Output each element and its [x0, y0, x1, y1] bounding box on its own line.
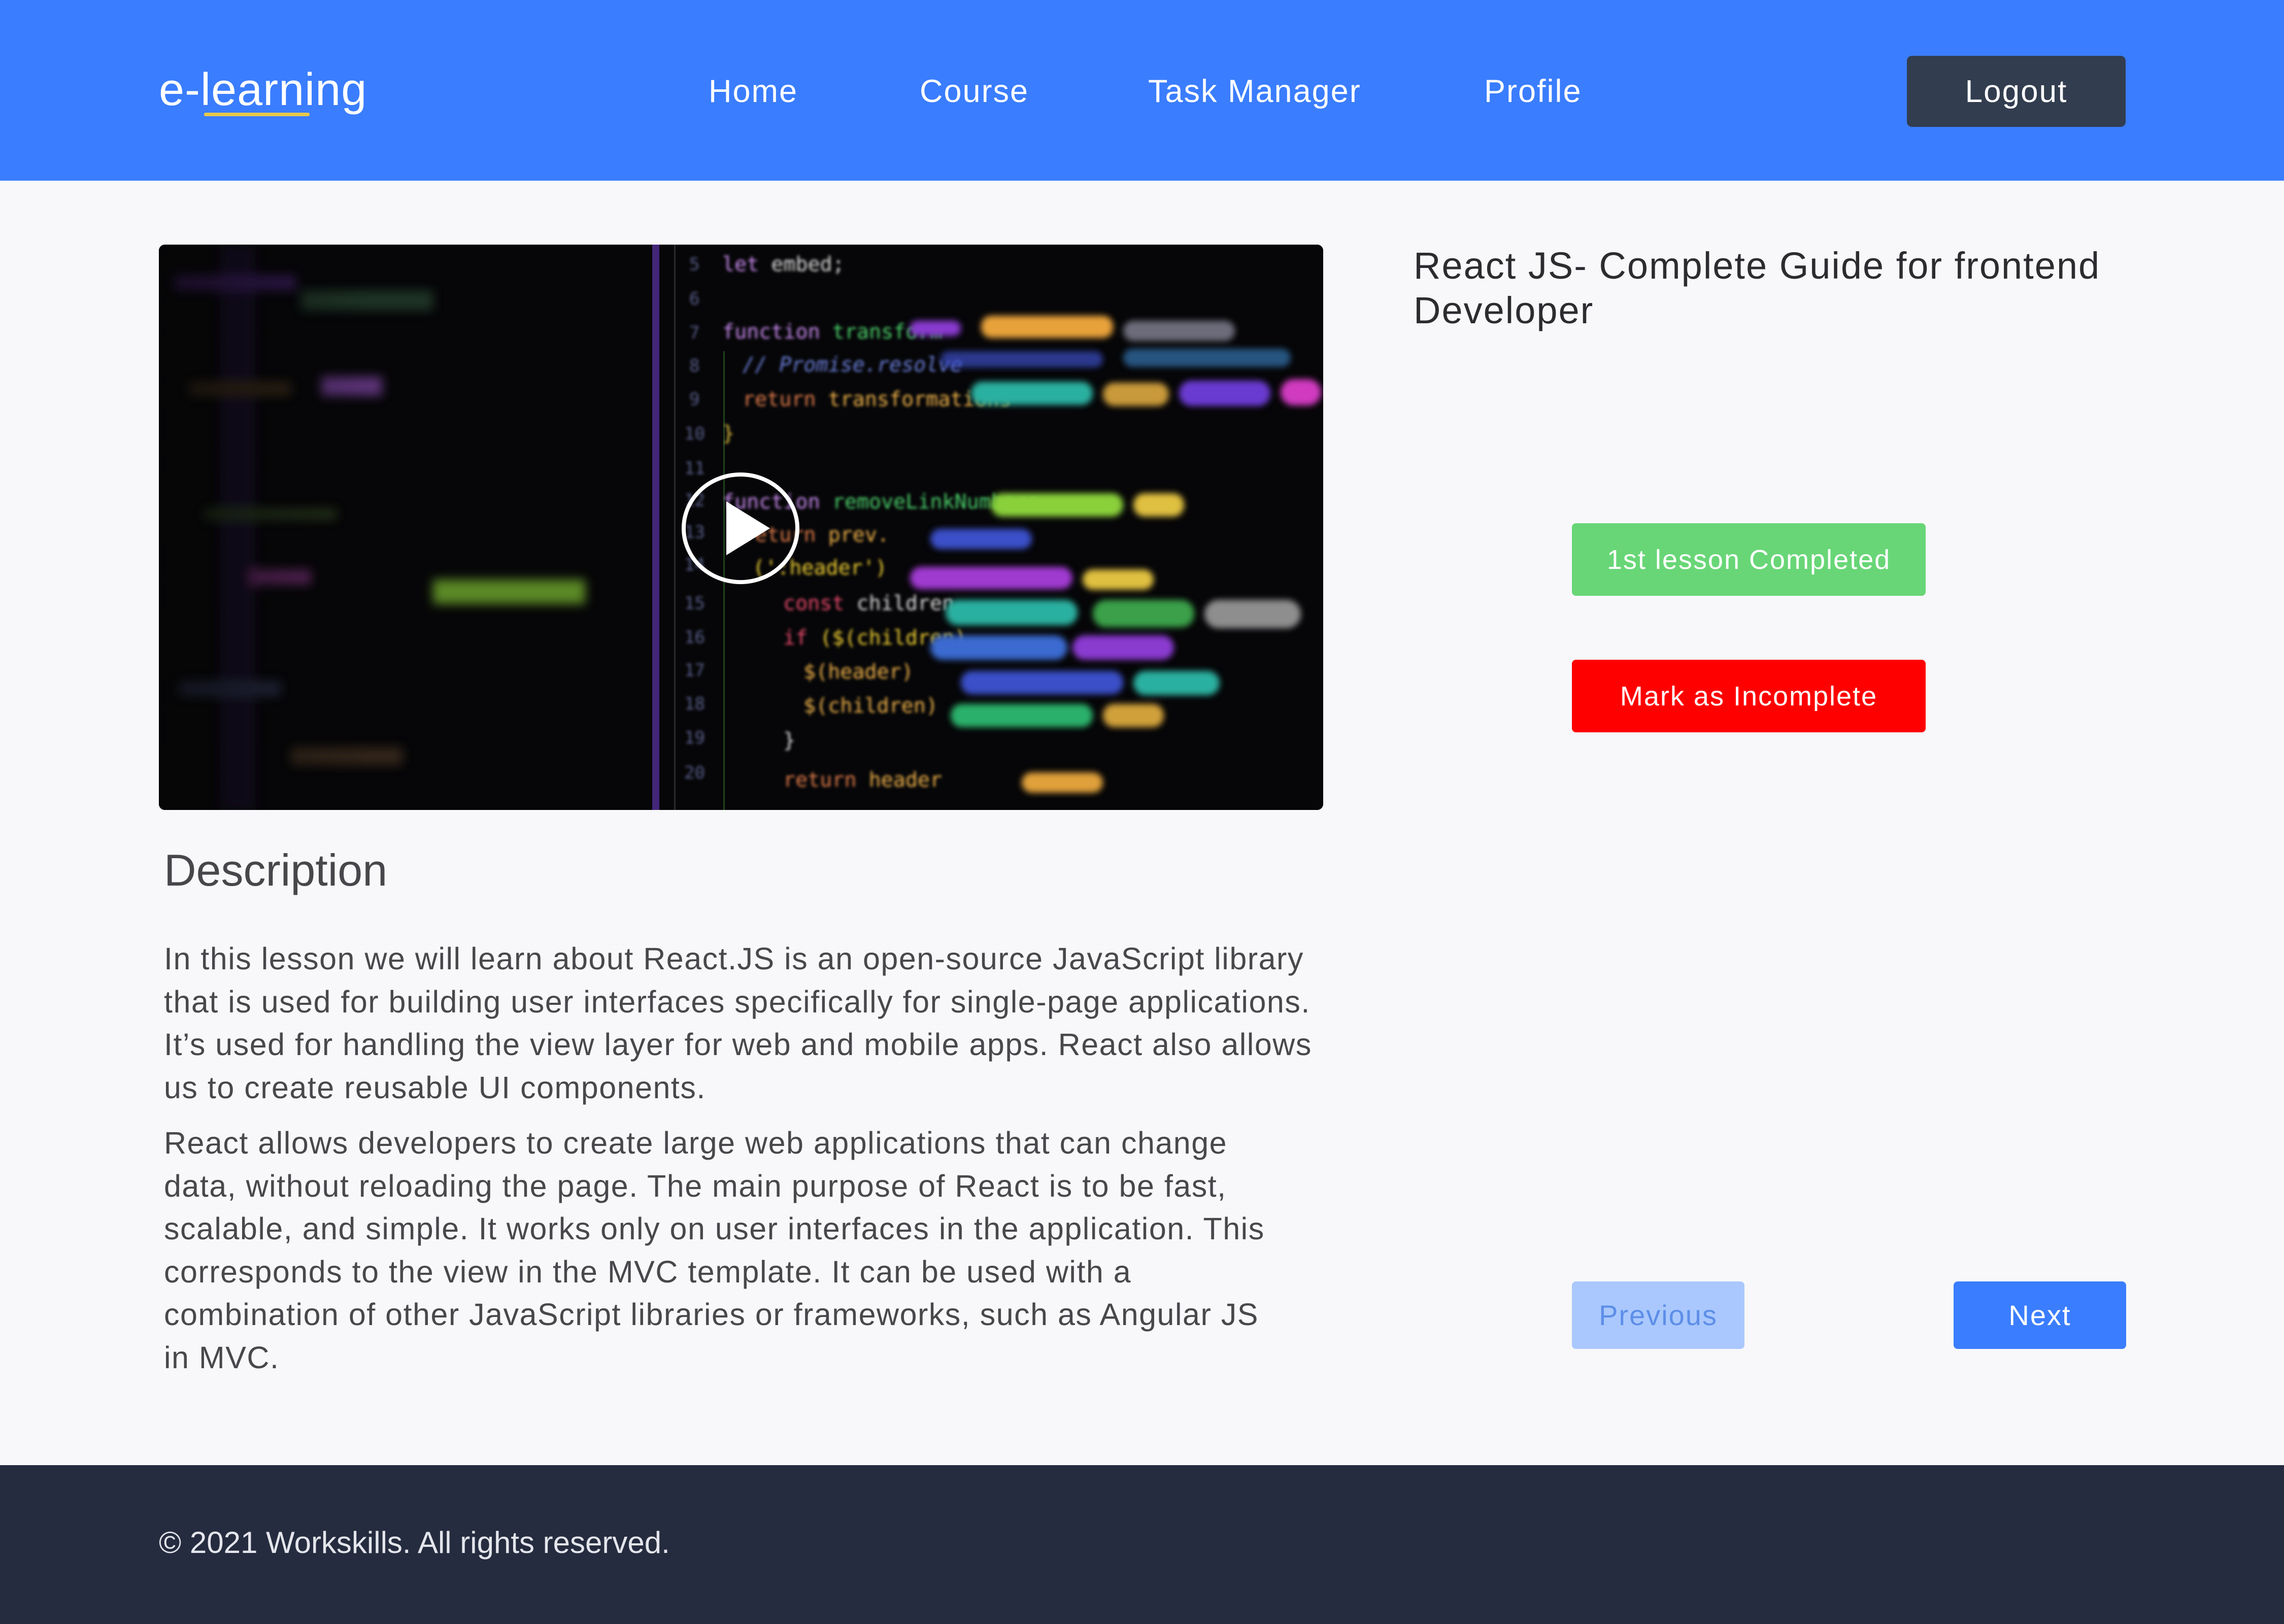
- description-paragraph-2: React allows developers to create large …: [164, 1126, 1265, 1375]
- svg-text:10: 10: [684, 424, 705, 444]
- svg-text:5: 5: [689, 254, 699, 275]
- svg-text:}: }: [783, 729, 795, 752]
- svg-text:15: 15: [684, 593, 705, 614]
- nav-task-manager[interactable]: Task Manager: [1148, 71, 1361, 112]
- mark-incomplete-button[interactable]: Mark as Incomplete: [1572, 660, 1926, 732]
- svg-text:const children: const children: [783, 592, 954, 615]
- svg-text:8: 8: [689, 356, 699, 376]
- svg-text:function transform: function transform: [722, 320, 943, 344]
- nav-home[interactable]: Home: [709, 71, 798, 112]
- logout-button[interactable]: Logout: [1907, 56, 2126, 127]
- svg-text:9: 9: [689, 389, 699, 410]
- site-logo[interactable]: e-learning: [159, 62, 367, 118]
- previous-button[interactable]: Previous: [1572, 1281, 1744, 1349]
- course-title: React JS- Complete Guide for frontend De…: [1414, 245, 2101, 331]
- logo-underline: [204, 113, 310, 116]
- play-icon[interactable]: [681, 472, 800, 585]
- svg-text:20: 20: [684, 763, 705, 783]
- svg-text:16: 16: [684, 627, 705, 648]
- svg-text:7: 7: [689, 323, 699, 343]
- svg-text:let embed;: let embed;: [722, 253, 845, 276]
- top-navbar: e-learning Home Course Task Manager Prof…: [0, 0, 2284, 181]
- svg-text:$(children): $(children): [803, 694, 938, 718]
- description-heading: Description: [164, 845, 388, 895]
- nav-course[interactable]: Course: [920, 71, 1029, 112]
- svg-text:18: 18: [684, 694, 705, 714]
- svg-text:17: 17: [684, 660, 705, 681]
- svg-text:6: 6: [689, 289, 699, 309]
- nav-profile[interactable]: Profile: [1484, 71, 1582, 112]
- svg-text:19: 19: [684, 728, 705, 748]
- svg-text:$(header): $(header): [803, 660, 914, 684]
- svg-text:// Promise.resolve: // Promise.resolve: [743, 353, 962, 377]
- svg-text:return header: return header: [783, 768, 942, 792]
- next-button[interactable]: Next: [1954, 1281, 2126, 1349]
- description-paragraph-1: In this lesson we will learn about React…: [164, 941, 1312, 1105]
- lesson-completed-badge[interactable]: 1st lesson Completed: [1572, 523, 1926, 596]
- copyright-text: © 2021 Workskills. All rights reserved.: [159, 1526, 670, 1560]
- svg-text:}: }: [722, 422, 734, 445]
